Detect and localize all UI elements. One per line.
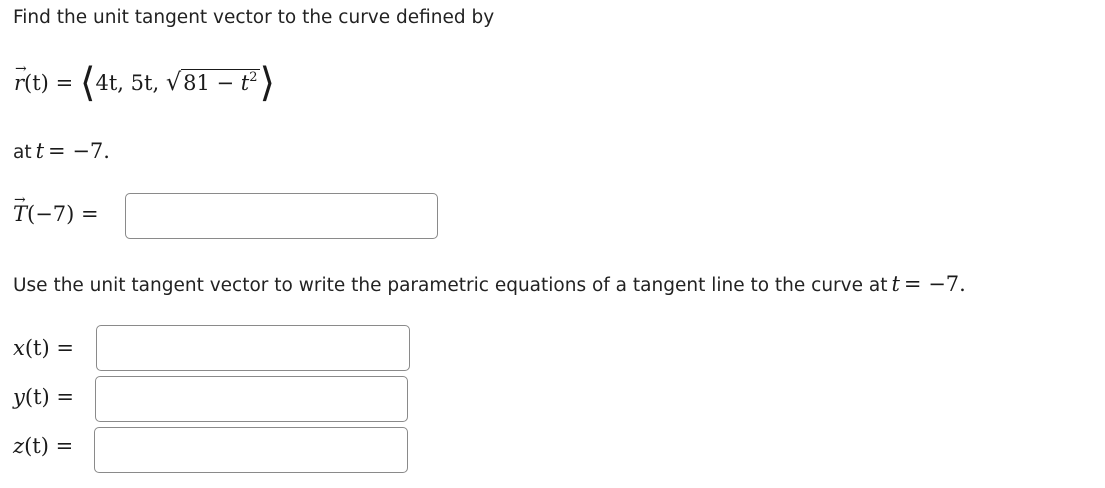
instruction-text: Use the unit tangent vector to write the… bbox=[13, 275, 888, 296]
tangent-label: → T(−7) = bbox=[13, 192, 99, 226]
at-label: at bbox=[13, 142, 32, 163]
y-equals: = bbox=[56, 385, 74, 409]
radical-sign: √ bbox=[165, 68, 182, 96]
at-variable: t bbox=[35, 139, 45, 163]
r-argument: (t) bbox=[24, 71, 49, 95]
x-variable: x bbox=[13, 336, 25, 360]
x-answer-input[interactable] bbox=[96, 325, 410, 371]
equals-sign: = bbox=[55, 71, 74, 95]
curve-equation: → r(t) = ⟨4t, 5t, √81 − t2⟩ bbox=[14, 60, 276, 106]
z-equals: = bbox=[55, 434, 74, 458]
x-equals: = bbox=[56, 336, 74, 360]
y-answer-input[interactable] bbox=[95, 376, 408, 422]
tangent-argument: (−7) bbox=[27, 202, 75, 226]
component-2: 5t, bbox=[130, 71, 160, 95]
z-equation-label: z(t) = bbox=[13, 434, 73, 458]
right-angle-bracket: ⟩ bbox=[259, 60, 276, 106]
tangent-equals: = bbox=[81, 202, 99, 226]
z-argument: (t) bbox=[24, 434, 49, 458]
y-variable: y bbox=[13, 385, 25, 409]
left-angle-bracket: ⟨ bbox=[79, 60, 96, 106]
r-vector: → r bbox=[14, 61, 27, 95]
problem-page: Find the unit tangent vector to the curv… bbox=[0, 0, 1105, 488]
y-equation-label: y(t) = bbox=[13, 385, 74, 409]
square-root: √81 − t2 bbox=[166, 68, 260, 96]
instruction-variable: t bbox=[891, 272, 900, 296]
instruction-line: Use the unit tangent vector to write the… bbox=[13, 272, 966, 296]
intro-text: Find the unit tangent vector to the curv… bbox=[13, 7, 495, 28]
x-equation-label: x(t) = bbox=[13, 336, 74, 360]
y-argument: (t) bbox=[24, 385, 50, 409]
t-vector: → T bbox=[13, 192, 28, 226]
at-value: = −7. bbox=[48, 139, 110, 163]
radicand: 81 − t2 bbox=[181, 69, 260, 95]
tangent-answer-input[interactable] bbox=[125, 193, 438, 239]
z-variable: z bbox=[13, 434, 25, 458]
component-1: 4t, bbox=[95, 71, 124, 95]
x-argument: (t) bbox=[24, 336, 50, 360]
z-answer-input[interactable] bbox=[94, 427, 408, 473]
at-line: at t = −7. bbox=[13, 139, 110, 163]
instruction-value: = −7. bbox=[903, 272, 966, 296]
